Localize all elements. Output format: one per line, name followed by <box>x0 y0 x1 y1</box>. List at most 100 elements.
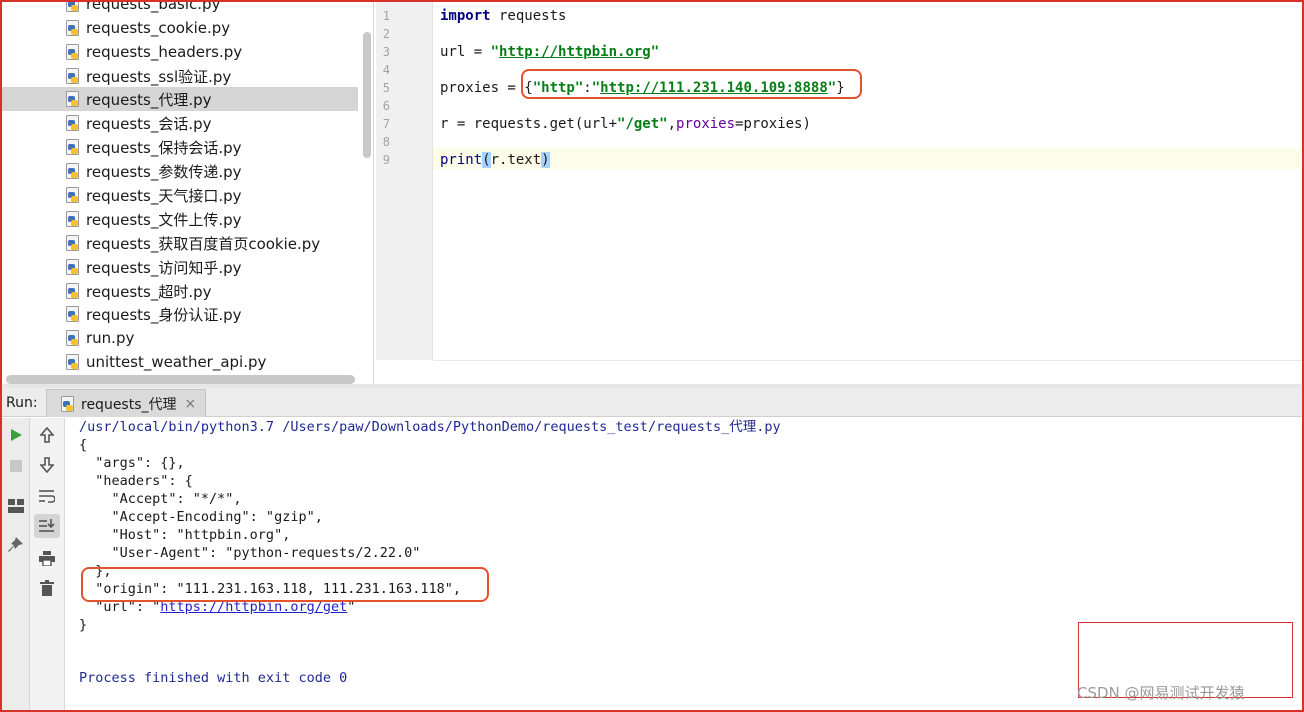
python-file-icon <box>66 235 81 251</box>
line-number: 2 <box>382 27 390 41</box>
console-line: "args": {}, <box>79 455 185 471</box>
editor-horizontal-scroll-area[interactable] <box>433 360 1302 384</box>
console-exit-status: Process finished with exit code 0 <box>79 670 348 686</box>
line-number: 3 <box>382 45 390 59</box>
line-number: 6 <box>382 99 390 113</box>
tree-item-label: requests_身份认证.py <box>86 305 242 324</box>
tree-item[interactable]: requests_basic.py <box>2 2 358 16</box>
print-icon[interactable] <box>36 547 58 569</box>
tree-item-label: requests_cookie.py <box>86 19 231 37</box>
console-line-origin: "origin": "111.231.163.118, 111.231.163.… <box>79 581 462 597</box>
tree-item-label: requests_天气接口.py <box>86 186 242 205</box>
tree-item[interactable]: requests_保持会话.py <box>2 135 358 159</box>
tree-item-label: requests_文件上传.py <box>86 210 242 229</box>
console-line: }, <box>79 563 112 579</box>
tree-item-label: requests_访问知乎.py <box>86 258 242 277</box>
run-actions-toolbar <box>2 418 30 710</box>
arrow-up-icon[interactable] <box>36 424 58 446</box>
console-toolbar <box>30 418 65 710</box>
tree-item-selected[interactable]: requests_代理.py <box>2 87 358 111</box>
code-line-5[interactable]: proxies = {"http":"http://111.231.140.10… <box>440 78 845 98</box>
code-editor[interactable]: 1 2 3 4 5 6 7 8 9 import requests url = … <box>376 2 1302 384</box>
console-line: "Accept": "*/*", <box>79 491 242 507</box>
code-line-9[interactable]: print(r.text) <box>440 150 550 170</box>
project-tree: requests_basic.py requests_cookie.py req… <box>2 2 374 384</box>
tree-item[interactable]: requests_参数传递.py <box>2 159 358 183</box>
scroll-to-end-icon[interactable] <box>34 514 60 538</box>
tree-item-label: requests_ssl验证.py <box>86 67 232 86</box>
python-file-icon <box>66 259 81 275</box>
tree-item-label: requests_代理.py <box>86 90 212 109</box>
tree-item-label: requests_basic.py <box>86 2 221 13</box>
soft-wrap-icon[interactable] <box>36 485 58 507</box>
line-number: 9 <box>382 153 390 167</box>
tree-item-label: requests_headers.py <box>86 43 243 61</box>
python-file-icon <box>66 330 81 346</box>
tree-item[interactable]: requests_天气接口.py <box>2 183 358 207</box>
proxy-url-link: http://111.231.140.109:8888 <box>600 80 828 96</box>
run-tab-label: requests_代理 <box>81 396 177 413</box>
line-number: 5 <box>382 81 390 95</box>
python-file-icon <box>66 211 81 227</box>
trash-icon[interactable] <box>36 577 58 599</box>
python-file-icon <box>66 91 81 107</box>
console-line: "Accept-Encoding": "gzip", <box>79 509 323 525</box>
python-file-icon <box>66 20 81 36</box>
python-file-icon <box>66 306 81 322</box>
tree-item[interactable]: requests_获取百度首页cookie.py <box>2 231 358 255</box>
rerun-play-icon[interactable] <box>6 425 26 445</box>
tree-item-label: requests_参数传递.py <box>86 162 242 181</box>
python-file-icon <box>66 187 81 203</box>
tree-item-label: requests_超时.py <box>86 282 212 301</box>
tree-item-label: unittest_weather_api.py <box>86 353 267 371</box>
tree-item[interactable]: requests_headers.py <box>2 40 358 64</box>
tree-item-label: requests_保持会话.py <box>86 138 242 157</box>
console-line-url: "url": "https://httpbin.org/get" <box>79 599 356 615</box>
tree-vertical-scrollbar[interactable] <box>363 32 371 158</box>
run-tab[interactable]: requests_代理 × <box>46 389 206 417</box>
pin-icon[interactable] <box>5 534 27 556</box>
tree-item-label: requests_会话.py <box>86 114 212 133</box>
code-line-3[interactable]: url = "http://httpbin.org" <box>440 42 659 62</box>
python-file-icon <box>66 354 81 370</box>
run-label: Run: <box>6 395 38 411</box>
python-file-icon <box>66 2 81 12</box>
tree-horizontal-scrollbar[interactable] <box>6 375 355 384</box>
tree-item[interactable]: requests_会话.py <box>2 111 358 135</box>
layout-icon[interactable] <box>5 495 27 517</box>
tree-item[interactable]: requests_ssl验证.py <box>2 64 358 88</box>
tree-item[interactable]: requests_身份认证.py <box>2 302 358 326</box>
tree-item-label: run.py <box>86 329 135 347</box>
tree-item[interactable]: unittest_weather_api.py <box>2 350 358 374</box>
code-url-link: http://httpbin.org <box>499 44 651 60</box>
tree-item-label: requests_获取百度首页cookie.py <box>86 234 321 253</box>
console-line: "headers": { <box>79 473 193 489</box>
python-file-icon <box>66 283 81 299</box>
tree-item[interactable]: requests_cookie.py <box>2 16 358 40</box>
tree-item[interactable]: requests_文件上传.py <box>2 207 358 231</box>
arrow-down-icon[interactable] <box>36 454 58 476</box>
line-number: 4 <box>382 63 390 77</box>
python-file-icon <box>66 44 81 60</box>
line-number-gutter: 1 2 3 4 5 6 7 8 9 <box>376 2 433 360</box>
console-line: "User-Agent": "python-requests/2.22.0" <box>79 545 421 561</box>
tree-item[interactable]: requests_超时.py <box>2 279 358 303</box>
line-number: 7 <box>382 117 390 131</box>
console-line: } <box>79 617 88 633</box>
line-number: 8 <box>382 135 390 149</box>
tree-item[interactable]: run.py <box>2 326 358 350</box>
line-number: 1 <box>382 9 390 23</box>
console-command: /usr/local/bin/python3.7 /Users/paw/Down… <box>79 419 781 435</box>
current-line-highlight <box>433 148 1302 170</box>
code-line-7[interactable]: r = requests.get(url+"/get",proxies=prox… <box>440 114 811 134</box>
run-toolbar: Run: requests_代理 × <box>2 388 1302 417</box>
console-line: "Host": "httpbin.org", <box>79 527 291 543</box>
stop-icon[interactable] <box>6 456 26 476</box>
python-file-icon <box>61 395 76 412</box>
console-url-link[interactable]: https://httpbin.org/get <box>160 599 347 615</box>
run-console[interactable]: /usr/local/bin/python3.7 /Users/paw/Down… <box>66 418 1302 710</box>
code-line-1[interactable]: import requests <box>440 6 566 26</box>
python-file-icon <box>66 68 81 84</box>
close-icon[interactable]: × <box>185 396 197 412</box>
tree-item[interactable]: requests_访问知乎.py <box>2 255 358 279</box>
